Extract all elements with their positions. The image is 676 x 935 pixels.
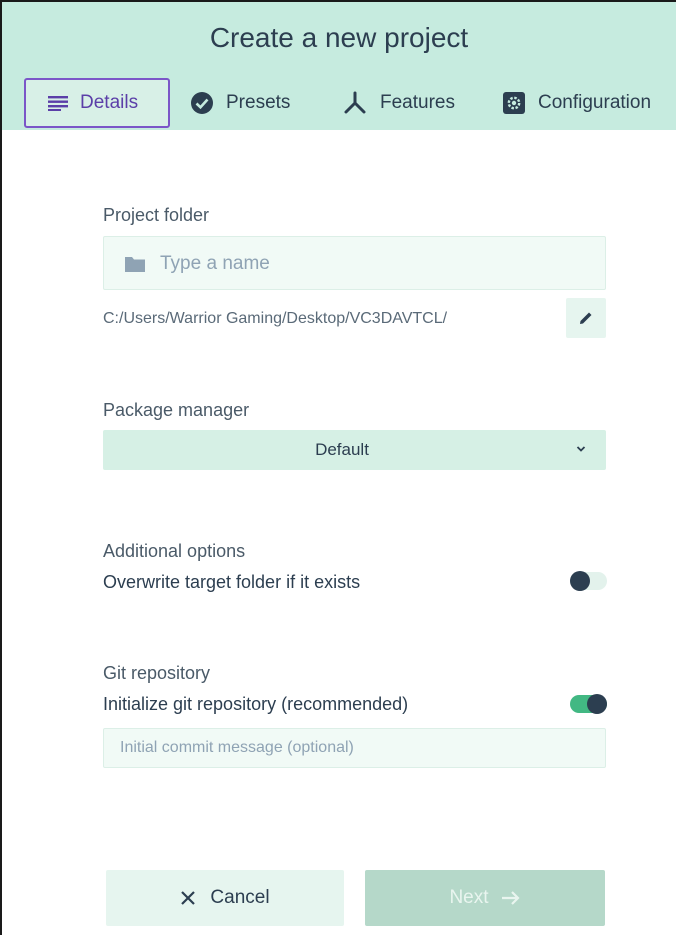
page-title: Create a new project [209,22,469,53]
cancel-label: Cancel [210,887,270,908]
overwrite-toggle[interactable] [570,571,607,591]
arrow-right-icon [501,891,520,905]
next-label: Next [449,887,489,908]
package-manager-label: Package manager [103,400,250,420]
next-button[interactable]: Next [365,870,605,926]
tab-features[interactable]: Features [342,78,455,128]
chevron-down-icon [576,446,586,452]
git-init-label: Initialize git repository (recommended) [103,694,409,714]
close-icon [181,891,196,905]
pencil-icon [580,312,592,324]
git-init-toggle[interactable] [570,694,607,714]
project-folder-path: C:/Users/Warrior Gaming/Desktop/VC3DAVTC… [103,310,448,327]
gear-icon [503,92,525,114]
cancel-button[interactable]: Cancel [106,870,344,926]
tab-configuration[interactable]: Configuration [502,78,651,128]
project-folder-placeholder: Type a name [160,253,270,274]
header: Create a new project Details Presets Fea… [2,2,676,130]
overwrite-label: Overwrite target folder if it exists [103,572,361,592]
tab-presets-label: Presets [226,92,291,113]
package-manager-select[interactable]: Default [103,430,606,470]
commit-message-input[interactable]: Initial commit message (optional) [103,728,606,768]
merge-icon [344,91,366,114]
additional-options-label: Additional options [103,541,246,561]
tab-features-label: Features [380,92,455,113]
tab-presets[interactable]: Presets [190,78,290,128]
project-folder-label: Project folder [103,205,210,225]
tab-details[interactable]: Details [24,78,170,128]
folder-icon [125,257,145,272]
toggle-knob [570,571,590,591]
tab-bar: Details Presets Features Configuration [2,74,676,130]
edit-path-button[interactable] [566,298,606,338]
git-repository-label: Git repository [103,663,211,683]
toggle-knob [587,694,607,714]
list-icon [48,96,68,111]
package-manager-value: Default [315,440,369,459]
tab-details-label: Details [80,92,139,113]
project-folder-input[interactable]: Type a name [103,236,606,290]
tab-configuration-label: Configuration [538,92,652,113]
check-circle-icon [191,92,213,114]
